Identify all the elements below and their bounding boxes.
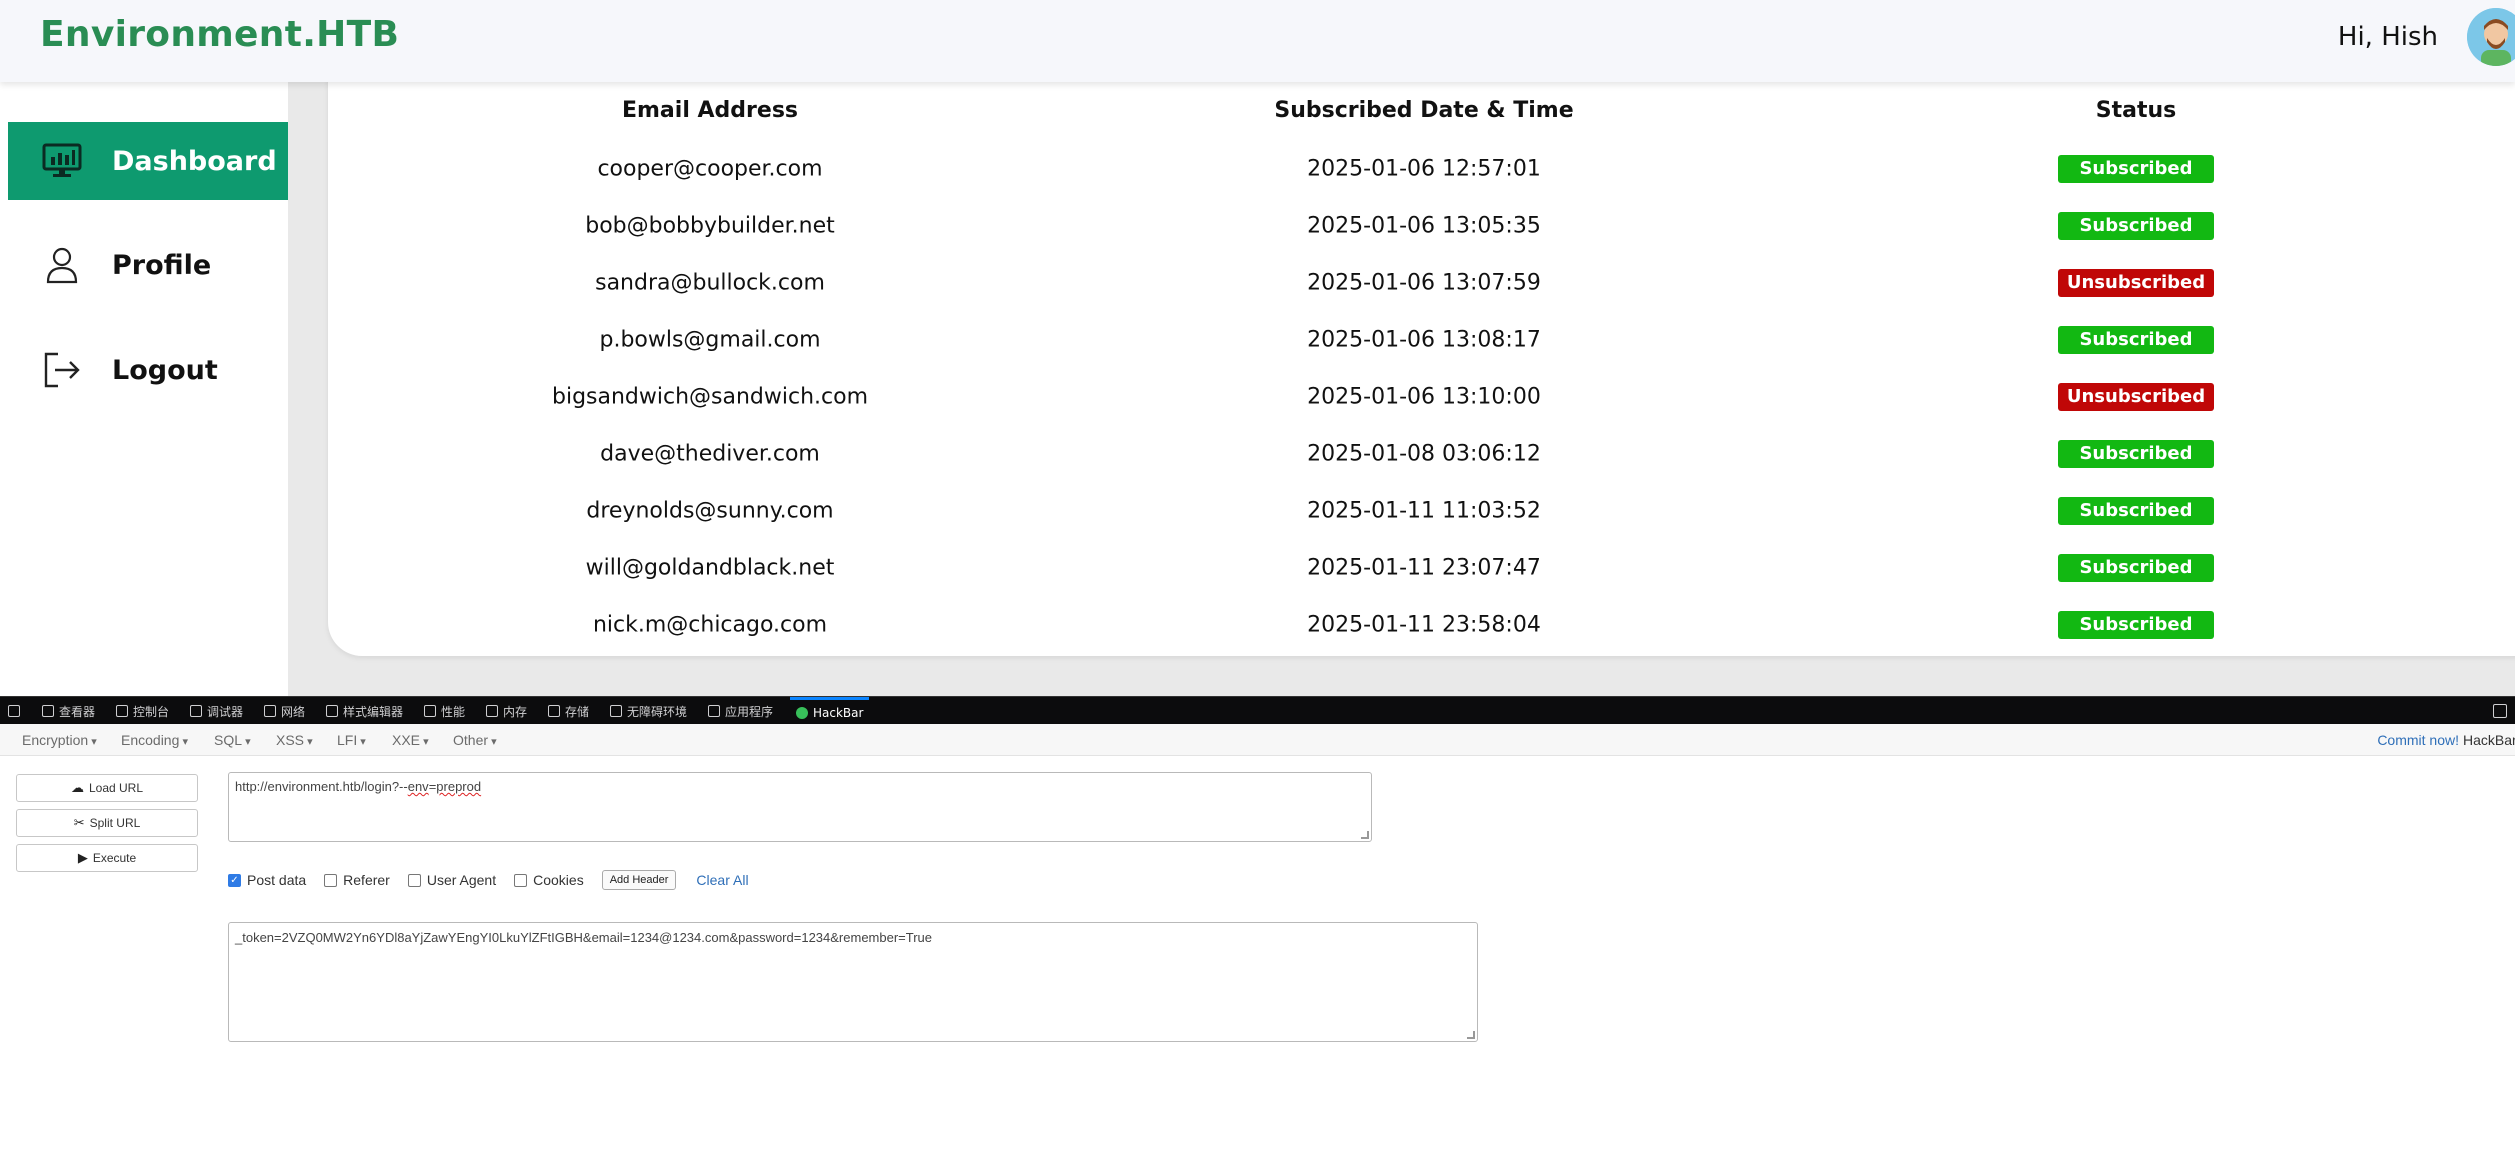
- play-circle-icon: ▶: [77, 850, 88, 865]
- post-data-textarea[interactable]: _token=2VZQ0MW2Yn6YDl8aYjZawYEngYI0LkuYl…: [228, 922, 1478, 1042]
- hackbar-panel: Encryption Encoding SQL XSS LFI XXE Othe…: [0, 724, 2515, 1176]
- post-data-checkbox[interactable]: ✓ Post data: [228, 872, 306, 888]
- date-cell: 2025-01-06 13:05:35: [1307, 213, 1541, 238]
- tab-debugger[interactable]: 调试器: [190, 697, 243, 725]
- avatar[interactable]: [2467, 8, 2515, 66]
- sidebar-item-label: Profile: [112, 249, 212, 281]
- user-icon: [34, 237, 90, 293]
- user-greeting: Hi, Hish: [2337, 22, 2438, 52]
- menu-encryption[interactable]: Encryption: [22, 732, 97, 748]
- status-badge: Subscribed: [2058, 553, 2214, 582]
- tab-performance[interactable]: 性能: [424, 697, 465, 725]
- table-row: dave@thediver.com 2025-01-08 03:06:12 Subs…: [328, 425, 2515, 482]
- sidebar-item-profile[interactable]: Profile: [8, 226, 288, 304]
- dashboard-monitor-icon: [34, 133, 90, 189]
- split-url-button[interactable]: ✂ Split URL: [16, 809, 198, 837]
- resize-handle[interactable]: [1361, 831, 1369, 839]
- element-picker-icon[interactable]: [8, 697, 25, 725]
- add-header-button[interactable]: Add Header: [601, 870, 677, 890]
- web-page: Email Address Subscribed Date & Time Sta…: [0, 0, 2515, 696]
- status-badge: Unsubscribed: [2058, 268, 2214, 297]
- user-agent-checkbox[interactable]: User Agent: [407, 872, 496, 888]
- table-row: will@goldandblack.net 2025-01-11 23:07:47…: [328, 539, 2515, 596]
- status-badge: Subscribed: [2058, 325, 2214, 354]
- menu-xxe[interactable]: XXE: [392, 732, 429, 748]
- tab-network[interactable]: 网络: [264, 697, 305, 725]
- table-row: p.bowls@gmail.com 2025-01-06 13:08:17 Subs…: [328, 311, 2515, 368]
- tab-storage[interactable]: 存储: [548, 697, 589, 725]
- email-cell: p.bowls@gmail.com: [599, 327, 821, 352]
- status-badge: Subscribed: [2058, 610, 2214, 639]
- cookies-checkbox[interactable]: Cookies: [514, 872, 584, 888]
- status-badge: Unsubscribed: [2058, 382, 2214, 411]
- email-cell: bigsandwich@sandwich.com: [551, 384, 869, 409]
- hackbar-icon: [796, 706, 808, 719]
- email-cell: will@goldandblack.net: [585, 555, 835, 580]
- date-cell: 2025-01-06 12:57:01: [1307, 156, 1541, 181]
- email-cell: bob@bobbybuilder.net: [585, 213, 835, 238]
- sidebar-item-logout[interactable]: Logout: [8, 331, 288, 409]
- email-cell: dreynolds@sunny.com: [586, 498, 834, 523]
- cloud-download-icon: ☁: [70, 780, 84, 795]
- brand-logo[interactable]: Environment.HTB: [40, 14, 399, 55]
- clear-all-button[interactable]: Clear All: [696, 872, 748, 888]
- column-header-date: Subscribed Date & Time: [1274, 98, 1574, 123]
- table-row: bob@bobbybuilder.net 2025-01-06 13:05:35 S…: [328, 197, 2515, 254]
- date-cell: 2025-01-06 13:08:17: [1307, 327, 1541, 352]
- status-badge: Subscribed: [2058, 439, 2214, 468]
- menu-xss[interactable]: XSS: [276, 732, 313, 748]
- execute-button[interactable]: ▶ Execute: [16, 844, 198, 872]
- sidebar-item-label: Logout: [112, 354, 218, 386]
- status-badge: Subscribed: [2058, 154, 2214, 183]
- email-cell: sandra@bullock.com: [595, 270, 825, 295]
- date-cell: 2025-01-11 23:58:04: [1307, 612, 1541, 637]
- menu-lfi[interactable]: LFI: [337, 732, 366, 748]
- tab-inspector[interactable]: 查看器: [42, 697, 95, 725]
- status-badge: Subscribed: [2058, 211, 2214, 240]
- url-textarea[interactable]: http://environment.htb/login?--env=prepr…: [228, 772, 1372, 842]
- column-header-status: Status: [2095, 98, 2177, 123]
- commit-now-link[interactable]: Commit now!: [2377, 732, 2459, 748]
- date-cell: 2025-01-11 11:03:52: [1307, 498, 1541, 523]
- dock-side-icon[interactable]: [2493, 704, 2507, 718]
- email-cell: nick.m@chicago.com: [592, 612, 828, 637]
- scissors-icon: ✂: [73, 815, 85, 830]
- hackbar-brand: HackBar: [2463, 732, 2515, 748]
- sidebar-item-label: Dashboard: [112, 145, 277, 177]
- sidebar: Dashboard Profile Logout: [0, 82, 288, 696]
- request-options: ✓ Post data Referer User Agent Cookies Ad…: [228, 869, 749, 891]
- date-cell: 2025-01-11 23:07:47: [1307, 555, 1541, 580]
- referer-checkbox[interactable]: Referer: [324, 872, 390, 888]
- resize-handle[interactable]: [1467, 1031, 1475, 1039]
- table-row: cooper@cooper.com 2025-01-06 12:57:01 Subs…: [328, 140, 2515, 197]
- menu-sql[interactable]: SQL: [214, 732, 251, 748]
- tab-memory[interactable]: 内存: [486, 697, 527, 725]
- tab-accessibility[interactable]: 无障碍环境: [610, 697, 687, 725]
- column-header-email: Email Address: [621, 98, 799, 123]
- date-cell: 2025-01-08 03:06:12: [1307, 441, 1541, 466]
- load-url-button[interactable]: ☁ Load URL: [16, 774, 198, 802]
- tab-hackbar[interactable]: HackBar: [790, 697, 870, 725]
- table-row: nick.m@chicago.com 2025-01-11 23:58:04 Sub…: [328, 596, 2515, 653]
- table-row: dreynolds@sunny.com 2025-01-11 11:03:52 Su…: [328, 482, 2515, 539]
- menu-encoding[interactable]: Encoding: [121, 732, 188, 748]
- devtools-toolbar: 查看器 控制台 调试器 网络 样式编辑器 性能 内存 存储 无障碍环境 应用程序…: [0, 696, 2515, 724]
- status-badge: Subscribed: [2058, 496, 2214, 525]
- table-row: bigsandwich@sandwich.com 2025-01-06 13:10…: [328, 368, 2515, 425]
- tab-style-editor[interactable]: 样式编辑器: [326, 697, 403, 725]
- tab-console[interactable]: 控制台: [116, 697, 169, 725]
- sidebar-item-dashboard[interactable]: Dashboard: [8, 122, 288, 200]
- email-cell: dave@thediver.com: [600, 441, 820, 466]
- top-navbar: Environment.HTB Hi, Hish: [0, 0, 2515, 82]
- tab-application[interactable]: 应用程序: [708, 697, 773, 725]
- email-cell: cooper@cooper.com: [597, 156, 823, 181]
- menu-other[interactable]: Other: [453, 732, 497, 748]
- logout-icon: [34, 342, 90, 398]
- table-row: sandra@bullock.com 2025-01-06 13:07:59 Uns…: [328, 254, 2515, 311]
- subscribers-card: Email Address Subscribed Date & Time Sta…: [328, 30, 2515, 656]
- date-cell: 2025-01-06 13:10:00: [1307, 384, 1541, 409]
- date-cell: 2025-01-06 13:07:59: [1307, 270, 1541, 295]
- hackbar-menu: Encryption Encoding SQL XSS LFI XXE Othe…: [0, 724, 2515, 756]
